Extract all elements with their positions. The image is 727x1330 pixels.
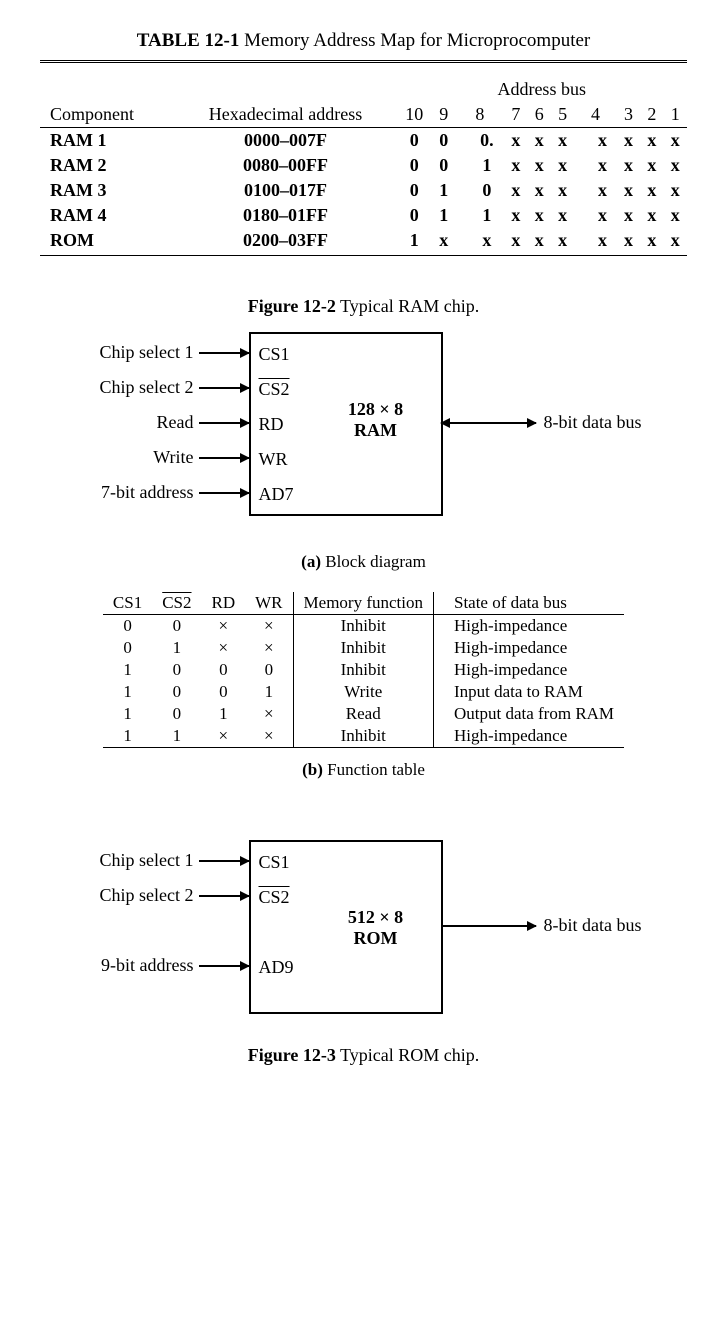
table-row: RAM 40180–01FF011xxxxxxx — [40, 203, 687, 228]
table-row: 101×ReadOutput data from RAM — [103, 703, 624, 725]
ram-chip-label: 128 × 8 RAM — [321, 399, 431, 441]
fig-12-2a-caption: (a) Block diagram — [40, 552, 687, 572]
ram-pin-wr-label: Write — [64, 447, 194, 468]
ram-pin-rd-label: Read — [64, 412, 194, 433]
table-row: 1000InhibitHigh-impedance — [103, 659, 624, 681]
col-addrbus: Address bus — [396, 77, 687, 102]
table-row: RAM 20080–00FF001xxxxxxx — [40, 153, 687, 178]
fig-12-2b-caption: (b) Function table — [40, 760, 687, 780]
ram-chip-box: CS1 CS2 RD WR AD7 128 × 8 RAM — [249, 332, 443, 516]
fig-12-3-caption: Figure 12-3 Typical ROM chip. — [40, 1045, 687, 1066]
ram-function-table: CS1 CS2 RD WR Memory function State of d… — [103, 592, 624, 748]
col-component: Component — [40, 77, 175, 128]
table-12-1: Component Hexadecimal address Address bu… — [40, 77, 687, 256]
ram-pin-cs2-label: Chip select 2 — [64, 377, 194, 398]
table-row: 01××InhibitHigh-impedance — [103, 637, 624, 659]
table-12-1-title: TABLE 12-1 Memory Address Map for Microp… — [40, 30, 687, 52]
ram-databus-label: 8-bit data bus — [544, 412, 642, 433]
divider — [40, 60, 687, 67]
rom-block-diagram: Chip select 1 Chip select 2 9-bit addres… — [64, 840, 664, 1030]
rom-chip-label: 512 × 8 ROM — [321, 907, 431, 949]
table-row: RAM 30100–017F010xxxxxxx — [40, 178, 687, 203]
rom-pin-cs2-label: Chip select 2 — [64, 885, 194, 906]
table-row: ROM0200–03FF1xxxxxxxxx — [40, 228, 687, 256]
ram-pin-ad-label: 7-bit address — [64, 482, 194, 503]
table-row: 00××InhibitHigh-impedance — [103, 615, 624, 638]
fig-12-2-caption: Figure 12-2 Typical RAM chip. — [40, 296, 687, 317]
rom-pin-ad-label: 9-bit address — [64, 955, 194, 976]
rom-chip-box: CS1 CS2 AD9 512 × 8 ROM — [249, 840, 443, 1014]
rom-databus-label: 8-bit data bus — [544, 915, 642, 936]
table-row: 11××InhibitHigh-impedance — [103, 725, 624, 748]
table-row: RAM 10000–007F000.xxxxxxx — [40, 128, 687, 154]
col-hex: Hexadecimal address — [175, 77, 397, 128]
rom-pin-cs1-label: Chip select 1 — [64, 850, 194, 871]
ram-block-diagram: Chip select 1 Chip select 2 Read Write 7… — [64, 332, 664, 542]
ram-pin-cs1-label: Chip select 1 — [64, 342, 194, 363]
table-row: 1001WriteInput data to RAM — [103, 681, 624, 703]
